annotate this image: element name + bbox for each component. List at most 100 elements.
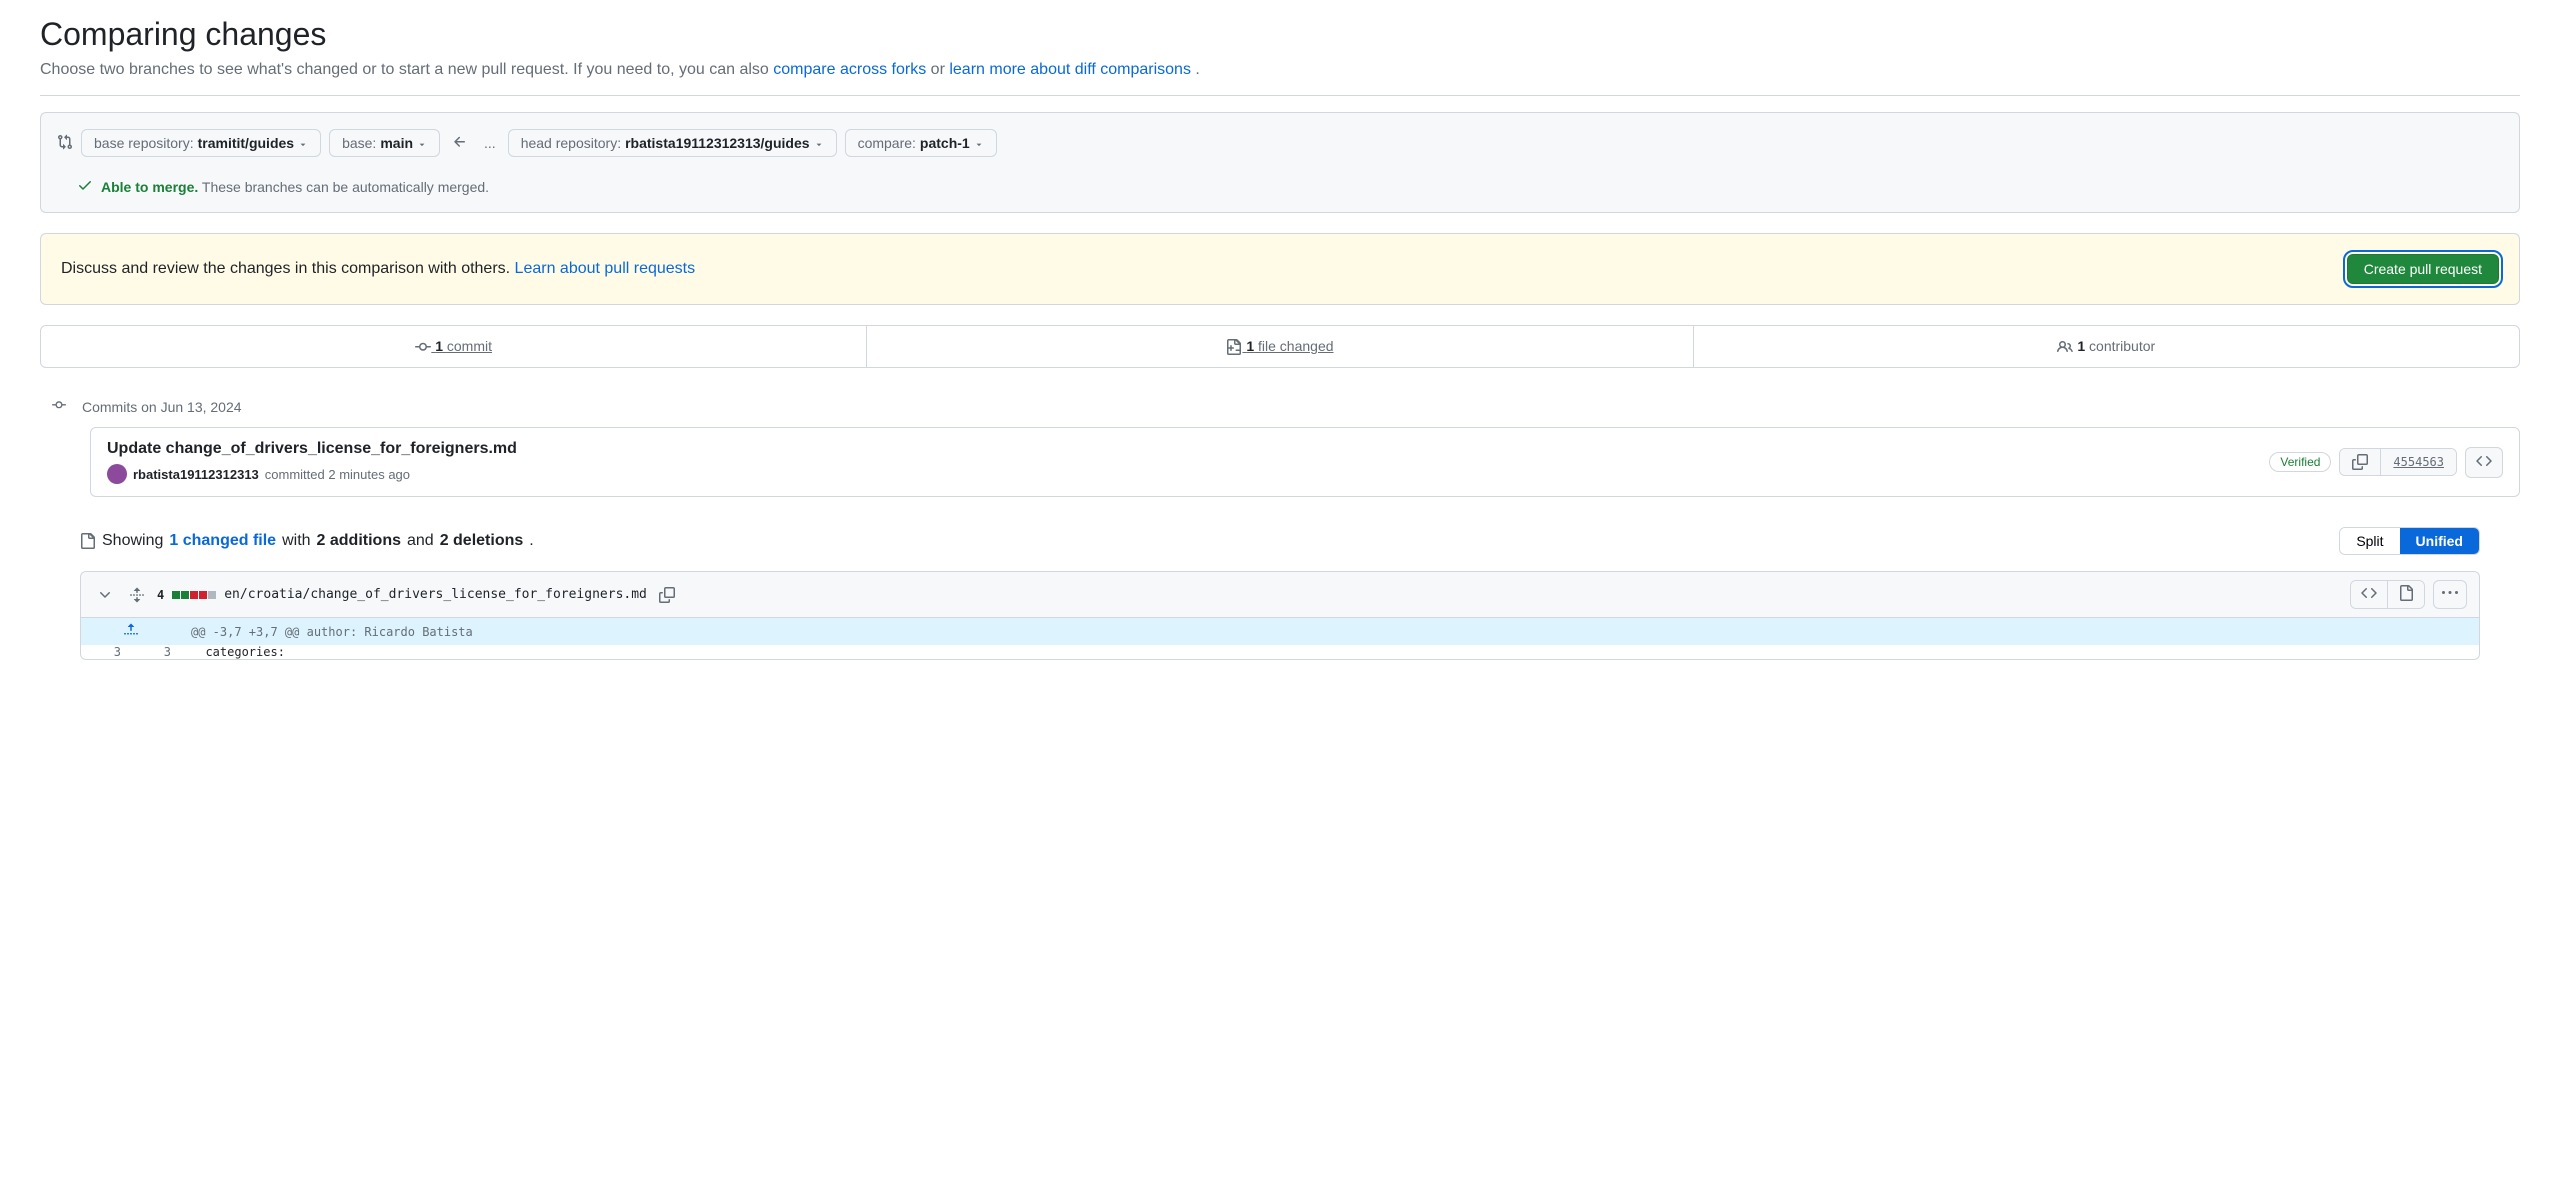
- with-text: with: [282, 532, 310, 550]
- period: .: [529, 532, 533, 550]
- diff-count: 4: [157, 588, 164, 602]
- learn-pr-link[interactable]: Learn about pull requests: [515, 260, 696, 277]
- collapse-file-button[interactable]: [93, 583, 117, 607]
- diff-bars: [172, 591, 216, 599]
- compare-box: base repository: tramitit/guides base: m…: [40, 112, 2520, 213]
- expand-hunk-button[interactable]: [81, 618, 181, 645]
- split-view-button[interactable]: Split: [2340, 528, 2399, 554]
- learn-more-link[interactable]: learn more about diff comparisons: [949, 61, 1191, 78]
- dropdown-icon: [298, 138, 308, 148]
- code-text: categories:: [205, 645, 284, 659]
- commit-time: committed 2 minutes ago: [265, 467, 410, 482]
- page-title: Comparing changes: [40, 16, 2520, 53]
- contributors-count: 1: [2077, 338, 2085, 354]
- subtitle-middle: or: [931, 61, 950, 78]
- files-label: file changed: [1258, 338, 1334, 354]
- and-text: and: [407, 532, 434, 550]
- showing-text: Showing: [102, 532, 163, 550]
- base-repo-selector[interactable]: base repository: tramitit/guides: [81, 129, 321, 157]
- compare-forks-link[interactable]: compare across forks: [773, 61, 926, 78]
- diff-hunk-header: @@ -3,7 +3,7 @@ author: Ricardo Batista: [81, 618, 2479, 645]
- diff-line: 3 3 categories:: [81, 645, 2479, 659]
- page-subtitle: Choose two branches to see what's change…: [40, 61, 2520, 79]
- base-repo-label: base repository:: [94, 135, 194, 151]
- merge-able: Able to merge.: [101, 179, 198, 195]
- source-view-button[interactable]: [2351, 581, 2388, 608]
- file-header: 4 en/croatia/change_of_drivers_license_f…: [81, 572, 2479, 618]
- commit-timeline-icon: [52, 398, 66, 415]
- commits-date: Commits on Jun 13, 2024: [82, 399, 242, 415]
- commit-title-link[interactable]: Update change_of_drivers_license_for_for…: [107, 440, 517, 457]
- browse-code-button[interactable]: [2465, 447, 2503, 478]
- commit-author-link[interactable]: rbatista19112312313: [133, 467, 259, 482]
- base-repo-value: tramitit/guides: [198, 135, 294, 151]
- discuss-box: Discuss and review the changes in this c…: [40, 233, 2520, 305]
- file-summary: Showing 1 changed file with 2 additions …: [80, 527, 2480, 555]
- compare-value: patch-1: [920, 135, 970, 151]
- commits-header: Commits on Jun 13, 2024: [52, 398, 2520, 415]
- copy-icon: [2352, 454, 2368, 470]
- unfold-icon: [129, 587, 145, 603]
- diff-table: @@ -3,7 +3,7 @@ author: Ricardo Batista …: [81, 618, 2479, 659]
- kebab-icon: [2442, 585, 2458, 601]
- copy-path-button[interactable]: [655, 583, 679, 607]
- stat-commits[interactable]: 1 commit: [41, 326, 867, 367]
- file-diff: 4 en/croatia/change_of_drivers_license_f…: [80, 571, 2480, 660]
- base-value: main: [380, 135, 413, 151]
- stat-files[interactable]: 1 file changed: [867, 326, 1693, 367]
- dropdown-icon: [417, 138, 427, 148]
- create-pr-button[interactable]: Create pull request: [2347, 254, 2499, 284]
- files-count: 1: [1246, 338, 1254, 354]
- file-icon: [2398, 585, 2414, 601]
- commit-hash-group: 4554563: [2339, 448, 2457, 476]
- code-icon: [2361, 585, 2377, 601]
- expand-up-icon: [123, 622, 139, 638]
- dropdown-icon: [814, 138, 824, 148]
- copy-icon: [659, 587, 675, 603]
- head-repo-value: rbatista19112312313/guides: [625, 135, 809, 151]
- new-line-num[interactable]: 3: [131, 645, 181, 659]
- deletions-text: 2 deletions: [440, 532, 524, 550]
- file-options-button[interactable]: [2433, 580, 2467, 609]
- stat-contributors: 1 contributor: [1694, 326, 2519, 367]
- view-toggle: Split Unified: [2339, 527, 2480, 555]
- file-view-group: [2350, 580, 2425, 609]
- verified-badge[interactable]: Verified: [2269, 452, 2331, 472]
- file-diff-icon: [1226, 339, 1242, 355]
- dropdown-icon: [974, 138, 984, 148]
- subtitle-suffix: .: [1195, 61, 1199, 78]
- hunk-info: @@ -3,7 +3,7 @@ author: Ricardo Batista: [181, 618, 2479, 645]
- merge-text: Able to merge. These branches can be aut…: [101, 179, 489, 195]
- changed-file-text: 1 changed file: [169, 532, 276, 549]
- subtitle-text: Choose two branches to see what's change…: [40, 61, 773, 78]
- people-icon: [2057, 339, 2073, 355]
- compare-branch-selector[interactable]: compare: patch-1: [845, 129, 997, 157]
- avatar[interactable]: [107, 464, 127, 484]
- discuss-text: Discuss and review the changes in this c…: [61, 260, 695, 278]
- commit-meta: rbatista19112312313 committed 2 minutes …: [107, 464, 517, 484]
- head-repo-selector[interactable]: head repository: rbatista19112312313/gui…: [508, 129, 837, 157]
- code-icon: [2476, 453, 2492, 469]
- check-icon: [77, 177, 93, 196]
- file-diff-icon: [80, 533, 96, 549]
- file-path-link[interactable]: en/croatia/change_of_drivers_license_for…: [224, 587, 647, 602]
- rendered-view-button[interactable]: [2388, 581, 2424, 608]
- contributors-label: contributor: [2089, 338, 2155, 354]
- old-line-num[interactable]: 3: [81, 645, 131, 659]
- base-label: base:: [342, 135, 376, 151]
- code-cell: categories:: [181, 645, 2479, 659]
- commit-icon: [415, 339, 431, 355]
- stats-bar: 1 commit 1 file changed 1 contributor: [40, 325, 2520, 368]
- compare-label: compare:: [858, 135, 916, 151]
- copy-hash-button[interactable]: [2340, 449, 2381, 475]
- commit-item: Update change_of_drivers_license_for_for…: [90, 427, 2520, 497]
- expand-all-button[interactable]: [125, 583, 149, 607]
- additions-text: 2 additions: [317, 532, 401, 550]
- changed-file-link[interactable]: 1 changed file: [169, 532, 276, 550]
- merge-status: Able to merge. These branches can be aut…: [57, 173, 2503, 196]
- commit-hash-link[interactable]: 4554563: [2381, 449, 2456, 475]
- commits-label: commit: [447, 338, 492, 354]
- base-branch-selector[interactable]: base: main: [329, 129, 440, 157]
- unified-view-button[interactable]: Unified: [2400, 528, 2479, 554]
- head-repo-label: head repository:: [521, 135, 621, 151]
